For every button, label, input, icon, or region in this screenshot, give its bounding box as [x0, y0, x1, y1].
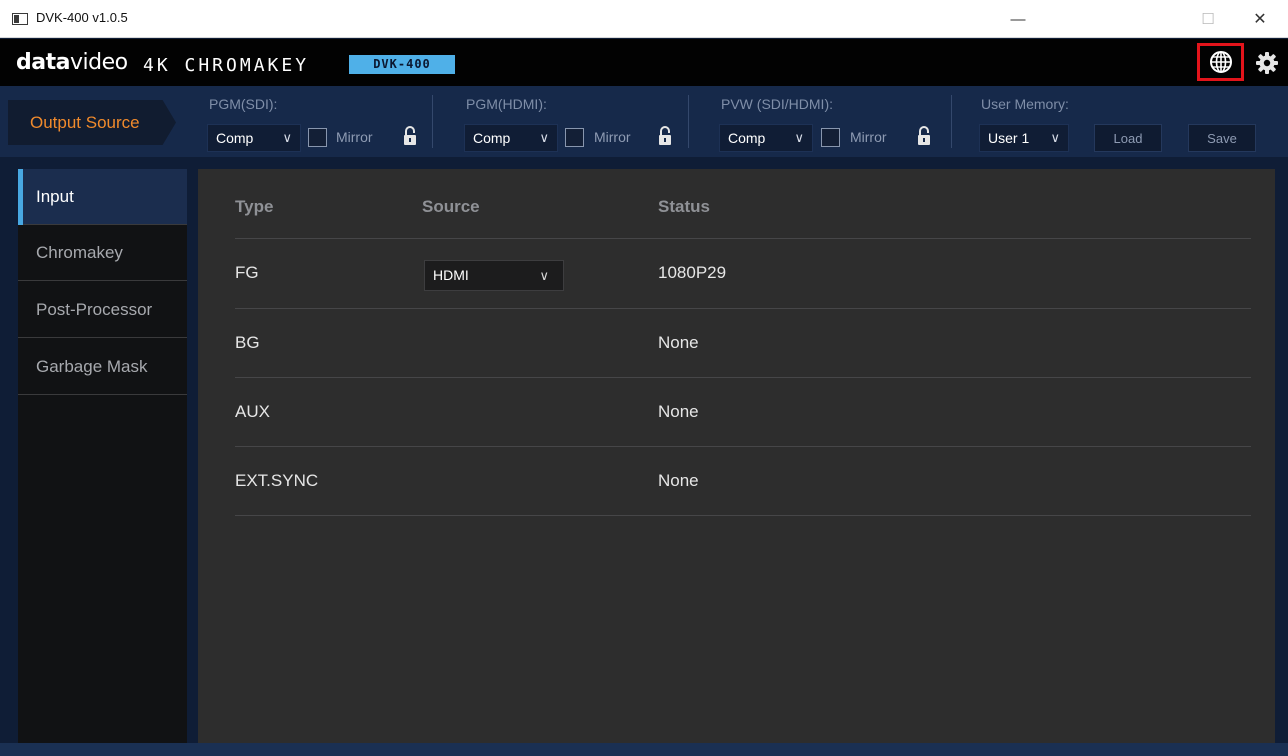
close-button[interactable]: ✕	[1242, 6, 1278, 32]
sidebar-item-chromakey[interactable]: Chromakey	[18, 225, 187, 281]
gear-icon	[1256, 52, 1278, 74]
row-status: None	[658, 333, 699, 352]
row-type: FG	[235, 263, 259, 282]
output-source-bar: Output Source PGM(SDI): Comp ∨ Mirror PGM…	[0, 86, 1288, 157]
fg-source-select[interactable]: HDMI ∨	[424, 260, 564, 291]
pvw-mirror-label: Mirror	[850, 129, 887, 145]
pgm-hdmi-value: Comp	[473, 130, 511, 146]
pgm-sdi-select[interactable]: Comp ∨	[207, 124, 301, 152]
app-window-icon	[12, 13, 28, 25]
pgm-hdmi-mirror-label: Mirror	[594, 129, 631, 145]
pvw-value: Comp	[728, 130, 766, 146]
pgm-sdi-label: PGM(SDI):	[209, 96, 278, 112]
status-column-header: Status	[658, 197, 710, 216]
brand-bar: datavideo 4K CHROMAKEY DVK-400	[0, 39, 1288, 86]
pgm-sdi-mirror-label: Mirror	[336, 129, 373, 145]
user-memory-select[interactable]: User 1 ∨	[979, 124, 1069, 152]
divider	[432, 95, 433, 148]
source-column-header: Source	[422, 197, 480, 216]
input-panel: Type Source Status FG HDMI ∨ 1080P29 BG N…	[198, 169, 1275, 743]
pvw-select[interactable]: Comp ∨	[719, 124, 813, 152]
model-badge: DVK-400	[349, 55, 455, 74]
chevron-down-icon: ∨	[1050, 130, 1060, 145]
datavideo-logo: datavideo	[16, 50, 128, 75]
load-button[interactable]: Load	[1094, 124, 1162, 152]
logo-bold-text: data	[16, 50, 70, 75]
pgm-hdmi-mirror-checkbox[interactable]	[565, 128, 584, 147]
minimize-button[interactable]: —	[1000, 6, 1036, 32]
sidebar-item-input[interactable]: Input	[18, 169, 187, 225]
globe-icon	[1209, 51, 1232, 73]
chevron-down-icon: ∨	[794, 130, 804, 145]
pgm-hdmi-select[interactable]: Comp ∨	[464, 124, 558, 152]
row-type: AUX	[235, 402, 270, 421]
pvw-label: PVW (SDI/HDMI):	[721, 96, 833, 112]
bottom-strip	[0, 743, 1288, 756]
pgm-sdi-mirror-checkbox[interactable]	[308, 128, 327, 147]
sidebar: Input Chromakey Post-Processor Garbage M…	[18, 169, 187, 743]
pgm-hdmi-label: PGM(HDMI):	[466, 96, 547, 112]
pgm-sdi-lock-icon[interactable]	[403, 126, 417, 146]
chevron-down-icon: ∨	[539, 268, 549, 283]
row-type: BG	[235, 333, 260, 352]
table-row: EXT.SYNC None	[235, 446, 1251, 516]
user-memory-value: User 1	[988, 130, 1030, 146]
row-status: None	[658, 402, 699, 421]
table-row: AUX None	[235, 377, 1251, 447]
language-button[interactable]	[1197, 43, 1244, 81]
sidebar-item-post-processor[interactable]: Post-Processor	[18, 282, 187, 338]
logo-light-text: video	[69, 50, 128, 75]
pgm-sdi-value: Comp	[216, 130, 254, 146]
pvw-mirror-checkbox[interactable]	[821, 128, 840, 147]
row-status: 1080P29	[658, 263, 727, 282]
chevron-down-icon: ∨	[282, 130, 292, 145]
divider	[951, 95, 952, 148]
maximize-button[interactable]: ☐	[1190, 6, 1226, 32]
window-titlebar: DVK-400 v1.0.5 — ☐ ✕	[0, 0, 1288, 38]
product-name: 4K CHROMAKEY	[143, 55, 310, 76]
window-title: DVK-400 v1.0.5	[36, 10, 128, 25]
row-status: None	[658, 471, 699, 490]
table-row: BG None	[235, 308, 1251, 378]
pvw-lock-icon[interactable]	[917, 126, 931, 146]
pgm-hdmi-lock-icon[interactable]	[658, 126, 672, 146]
row-type: EXT.SYNC	[235, 471, 319, 490]
table-row: FG HDMI ∨ 1080P29	[235, 238, 1251, 308]
settings-button[interactable]	[1252, 48, 1282, 78]
divider	[688, 95, 689, 148]
save-button[interactable]: Save	[1188, 124, 1256, 152]
user-memory-label: User Memory:	[981, 96, 1069, 112]
type-column-header: Type	[235, 197, 274, 216]
sidebar-item-garbage-mask[interactable]: Garbage Mask	[18, 339, 187, 395]
chevron-down-icon: ∨	[539, 130, 549, 145]
fg-source-value: HDMI	[433, 267, 469, 283]
output-source-label: Output Source	[30, 113, 140, 132]
